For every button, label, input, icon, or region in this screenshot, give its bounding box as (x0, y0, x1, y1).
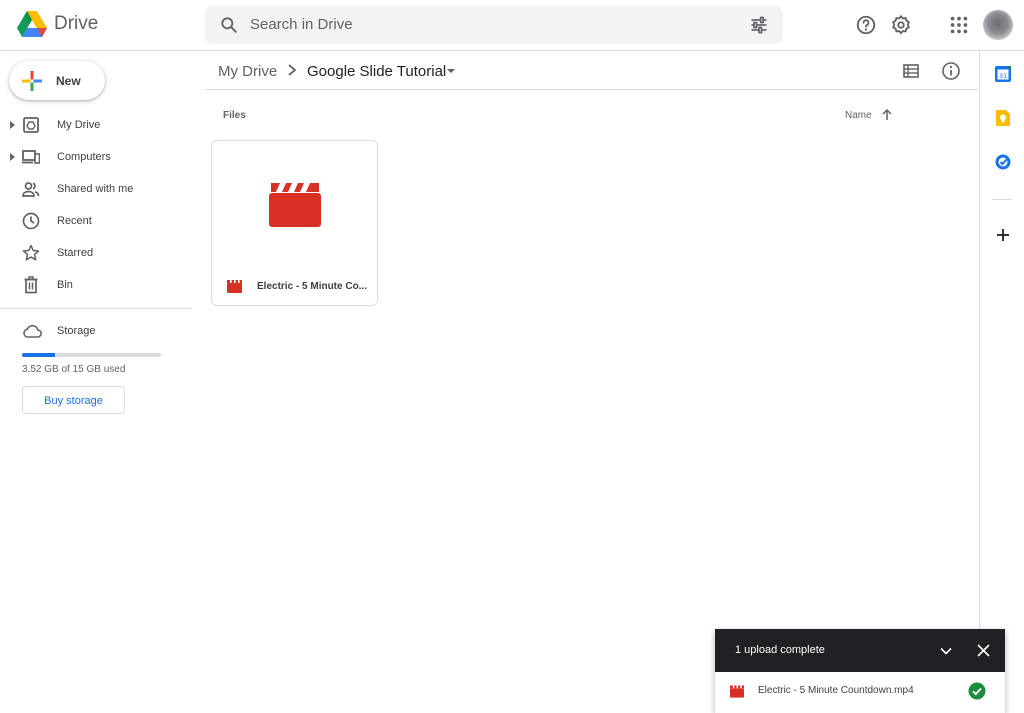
apps-grid-icon[interactable] (948, 14, 970, 36)
sidebar-item-my-drive[interactable]: My Drive (0, 109, 192, 141)
drive-logo-icon[interactable] (17, 11, 47, 38)
new-button[interactable]: New (9, 61, 105, 100)
my-drive-icon (23, 117, 39, 133)
info-icon[interactable] (941, 61, 961, 81)
sidebar-item-bin[interactable]: Bin (0, 269, 192, 301)
upload-status-title: 1 upload complete (735, 644, 825, 656)
new-button-label: New (56, 74, 81, 88)
storage-usage-text: 3.52 GB of 15 GB used (22, 364, 126, 375)
sidebar-item-shared[interactable]: Shared with me (0, 173, 192, 205)
trash-icon (24, 276, 38, 294)
breadcrumb: My Drive Google Slide Tutorial (205, 53, 978, 90)
uploaded-file-name[interactable]: Electric - 5 Minute Countdown.mp4 (758, 685, 914, 696)
arrow-up-icon[interactable] (881, 108, 893, 121)
svg-text:31: 31 (999, 72, 1007, 80)
help-icon[interactable] (855, 14, 877, 36)
list-view-icon[interactable] (902, 62, 920, 80)
sidebar-divider (0, 308, 192, 309)
video-type-icon (227, 280, 242, 293)
sidebar-item-computers[interactable]: Computers (0, 141, 192, 173)
expand-caret-icon[interactable] (9, 152, 17, 162)
upload-status-panel: 1 upload complete Electric - 5 Minute Co… (715, 629, 1005, 713)
expand-caret-icon[interactable] (9, 120, 17, 130)
sidebar-item-label: Computers (57, 151, 111, 163)
clock-icon (22, 212, 40, 230)
star-icon (22, 244, 40, 261)
files-section-label: Files (223, 110, 246, 121)
add-addon-icon[interactable] (994, 226, 1012, 244)
storage-usage-fill (22, 353, 55, 357)
video-file-icon (269, 183, 321, 227)
file-card[interactable]: Electric - 5 Minute Co... (211, 140, 378, 306)
sidebar-item-recent[interactable]: Recent (0, 205, 192, 237)
settings-icon[interactable] (890, 14, 912, 36)
sidebar-item-label: My Drive (57, 119, 101, 131)
search-input[interactable]: Search in Drive (250, 16, 353, 33)
buy-storage-label: Buy storage (44, 395, 103, 407)
breadcrumb-current-folder[interactable]: Google Slide Tutorial (307, 63, 446, 80)
side-panel-rail: 31 (979, 51, 1024, 713)
sort-by-name[interactable]: Name (845, 110, 872, 121)
plus-icon (22, 71, 42, 91)
storage-label: Storage (57, 325, 96, 337)
app-title[interactable]: Drive (54, 13, 98, 35)
search-icon[interactable] (219, 15, 239, 35)
chevron-right-icon (288, 64, 297, 76)
cloud-icon (23, 324, 42, 338)
sidebar-item-label: Recent (57, 215, 92, 227)
computers-icon (22, 150, 40, 164)
close-icon[interactable] (977, 644, 990, 657)
upload-panel-header: 1 upload complete (715, 629, 1005, 672)
sidebar-item-storage[interactable]: Storage (0, 315, 192, 347)
shared-icon (22, 182, 40, 197)
caret-down-icon[interactable] (446, 67, 456, 75)
search-bar[interactable]: Search in Drive (205, 6, 783, 44)
video-type-icon (730, 685, 744, 698)
storage-usage-bar (22, 353, 161, 357)
rail-divider (992, 199, 1012, 200)
tasks-icon[interactable] (994, 153, 1012, 171)
buy-storage-button[interactable]: Buy storage (22, 386, 125, 414)
sidebar-item-label: Bin (57, 279, 73, 291)
keep-icon[interactable] (994, 109, 1012, 127)
chevron-down-icon[interactable] (939, 644, 953, 658)
sidebar-item-label: Starred (57, 247, 94, 259)
sidebar-item-starred[interactable]: Starred (0, 237, 192, 269)
file-name: Electric - 5 Minute Co... (257, 281, 368, 292)
breadcrumb-root[interactable]: My Drive (218, 63, 277, 80)
calendar-icon[interactable]: 31 (994, 65, 1012, 83)
sidebar-item-label: Shared with me (57, 183, 134, 195)
top-bar: Drive Search in Drive (0, 0, 1024, 51)
search-options-icon[interactable] (749, 15, 769, 35)
check-circle-icon (968, 682, 986, 700)
account-avatar[interactable] (983, 10, 1013, 40)
